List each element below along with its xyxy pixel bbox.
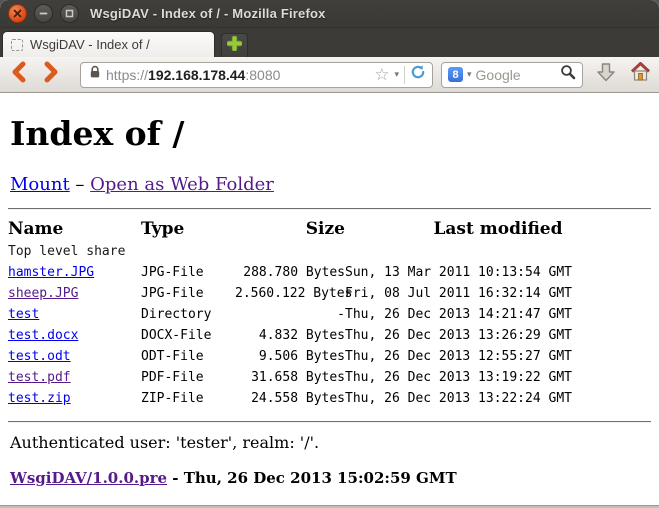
link-separator: – xyxy=(70,174,90,195)
file-type: PDF-File xyxy=(141,367,235,388)
navigation-toolbar: https://192.168.178.44:8080 ☆ ▾ 8 ▾ xyxy=(0,57,659,93)
file-type: Directory xyxy=(141,304,235,325)
urlbar-dropdown-icon[interactable]: ▾ xyxy=(394,69,399,80)
table-row: test.odt ODT-File 9.506 Bytes Thu, 26 De… xyxy=(8,346,651,367)
share-caption: Top level share xyxy=(8,242,651,262)
table-row: test Directory - Thu, 26 Dec 2013 14:21:… xyxy=(8,304,651,325)
lock-icon xyxy=(89,65,101,84)
search-bar[interactable]: 8 ▾ xyxy=(441,62,583,88)
minimize-icon xyxy=(39,9,48,18)
new-tab-button[interactable] xyxy=(221,33,248,57)
file-link[interactable]: test.odt xyxy=(8,349,71,364)
page-content: Index of / Mount – Open as Web Folder Na… xyxy=(0,93,659,505)
file-type: ODT-File xyxy=(141,346,235,367)
page-title: Index of / xyxy=(10,115,651,153)
open-as-web-folder-link[interactable]: Open as Web Folder xyxy=(90,174,274,195)
file-link[interactable]: test.pdf xyxy=(8,370,71,385)
file-type: JPG-File xyxy=(141,283,235,304)
file-modified: Thu, 26 Dec 2013 13:22:24 GMT xyxy=(345,388,651,409)
file-type: JPG-File xyxy=(141,262,235,283)
file-link[interactable]: test xyxy=(8,307,39,322)
url-port: :8080 xyxy=(245,67,280,83)
home-icon xyxy=(630,62,651,87)
divider-top xyxy=(8,208,651,210)
file-type: DOCX-File xyxy=(141,325,235,346)
table-row: test.pdf PDF-File 31.658 Bytes Thu, 26 D… xyxy=(8,367,651,388)
file-size: 9.506 Bytes xyxy=(235,346,345,367)
search-input[interactable] xyxy=(476,67,556,83)
file-size: 24.558 Bytes xyxy=(235,388,345,409)
table-row: test.zip ZIP-File 24.558 Bytes Thu, 26 D… xyxy=(8,388,651,409)
file-modified: Thu, 26 Dec 2013 12:55:27 GMT xyxy=(345,346,651,367)
server-footer: WsgiDAV/1.0.0.pre - Thu, 26 Dec 2013 15:… xyxy=(10,469,651,487)
column-header-name: Name xyxy=(8,216,141,242)
title-bar: WsgiDAV - Index of / - Mozilla Firefox xyxy=(0,0,659,28)
bookmark-star-icon[interactable]: ☆ xyxy=(374,66,389,83)
maximize-icon xyxy=(65,9,74,18)
file-link[interactable]: test.zip xyxy=(8,391,71,406)
file-modified: Fri, 08 Jul 2011 16:32:14 GMT xyxy=(345,283,651,304)
mount-link[interactable]: Mount xyxy=(10,174,70,195)
divider-bottom xyxy=(8,421,651,423)
plus-icon xyxy=(227,36,242,56)
file-link[interactable]: sheep.JPG xyxy=(8,286,78,301)
table-header-row: Name Type Size Last modified xyxy=(8,216,651,242)
file-link[interactable]: test.docx xyxy=(8,328,78,343)
tab-bar: WsgiDAV - Index of / xyxy=(0,28,659,57)
close-icon xyxy=(13,9,22,18)
wsgidav-version-link[interactable]: WsgiDAV/1.0.0.pre xyxy=(10,469,167,487)
tab-wsgidav[interactable]: WsgiDAV - Index of / xyxy=(2,31,215,57)
file-size: 31.658 Bytes xyxy=(235,367,345,388)
file-size: 2.560.122 Bytes xyxy=(235,283,345,304)
window-close-button[interactable] xyxy=(8,4,27,23)
firefox-window: WsgiDAV - Index of / - Mozilla Firefox W… xyxy=(0,0,659,508)
url-bar[interactable]: https://192.168.178.44:8080 ☆ ▾ xyxy=(80,62,433,88)
download-arrow-icon xyxy=(596,62,616,88)
search-magnifier-icon[interactable] xyxy=(560,64,576,85)
column-header-type: Type xyxy=(141,216,235,242)
window-minimize-button[interactable] xyxy=(34,4,53,23)
generated-timestamp: - Thu, 26 Dec 2013 15:02:59 GMT xyxy=(167,469,457,487)
home-button[interactable] xyxy=(627,62,653,88)
directory-table: Name Type Size Last modified Top level s… xyxy=(8,216,651,409)
url-scheme: https:// xyxy=(106,67,148,83)
table-row: hamster.JPG JPG-File 288.780 Bytes Sun, … xyxy=(8,262,651,283)
tab-title: WsgiDAV - Index of / xyxy=(30,37,150,52)
search-engine-dropdown-icon[interactable]: ▾ xyxy=(467,69,472,80)
column-header-size: Size xyxy=(235,216,345,242)
file-link[interactable]: hamster.JPG xyxy=(8,265,94,280)
share-caption-row: Top level share xyxy=(8,242,651,262)
url-host: 192.168.178.44 xyxy=(148,67,245,83)
top-links: Mount – Open as Web Folder xyxy=(10,174,651,195)
url-text[interactable]: https://192.168.178.44:8080 xyxy=(106,67,369,83)
file-size: 288.780 Bytes xyxy=(235,262,345,283)
file-size: - xyxy=(235,304,345,325)
back-button[interactable] xyxy=(6,62,32,88)
back-arrow-icon xyxy=(9,61,29,88)
file-modified: Thu, 26 Dec 2013 14:21:47 GMT xyxy=(345,304,651,325)
favicon-placeholder-icon xyxy=(11,39,23,51)
reload-icon[interactable] xyxy=(410,64,426,85)
file-type: ZIP-File xyxy=(141,388,235,409)
authenticated-user-text: Authenticated user: 'tester', realm: '/'… xyxy=(10,433,651,452)
file-modified: Thu, 26 Dec 2013 13:19:22 GMT xyxy=(345,367,651,388)
downloads-button[interactable] xyxy=(593,62,619,88)
forward-button[interactable] xyxy=(38,62,64,88)
forward-arrow-icon xyxy=(41,61,61,88)
search-engine-icon[interactable]: 8 xyxy=(448,67,463,82)
urlbar-separator xyxy=(404,66,405,84)
file-modified: Thu, 26 Dec 2013 13:26:29 GMT xyxy=(345,325,651,346)
file-modified: Sun, 13 Mar 2011 10:13:54 GMT xyxy=(345,262,651,283)
table-row: sheep.JPG JPG-File 2.560.122 Bytes Fri, … xyxy=(8,283,651,304)
column-header-last-modified: Last modified xyxy=(345,216,651,242)
table-row: test.docx DOCX-File 4.832 Bytes Thu, 26 … xyxy=(8,325,651,346)
file-size: 4.832 Bytes xyxy=(235,325,345,346)
window-maximize-button[interactable] xyxy=(60,4,79,23)
window-title: WsgiDAV - Index of / - Mozilla Firefox xyxy=(90,6,326,21)
